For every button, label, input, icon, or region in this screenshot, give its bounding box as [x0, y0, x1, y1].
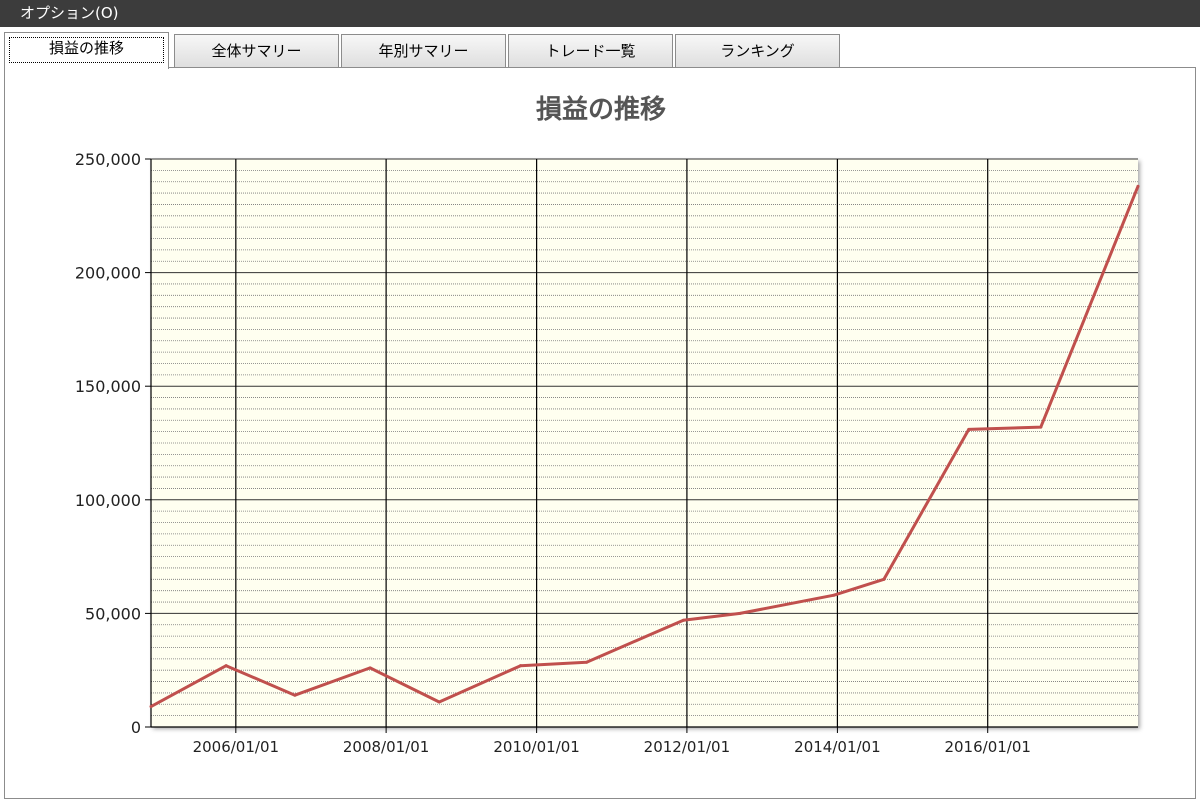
chart-title: 損益の推移	[536, 95, 666, 125]
x-tick-label: 2006/01/01	[193, 738, 279, 756]
tab-ranking[interactable]: ランキング	[675, 34, 840, 68]
data-point	[149, 705, 153, 709]
data-point	[224, 664, 228, 668]
tab-yearly-summary[interactable]: 年別サマリー	[341, 34, 506, 68]
x-tick-label: 2012/01/01	[644, 738, 730, 756]
tab-profit-trend[interactable]: 損益の推移	[4, 32, 169, 69]
tab-label: トレード一覧	[545, 42, 636, 60]
plot-area: 0 50,000 100,000 150,000 200,000 250,000 2006/…	[75, 150, 1140, 756]
tab-label: ランキング	[720, 42, 795, 60]
tab-label: 全体サマリー	[211, 42, 302, 60]
x-tick-label: 2010/01/01	[493, 738, 579, 756]
data-point	[519, 664, 523, 668]
y-tick-label: 150,000	[75, 377, 141, 396]
data-point	[832, 593, 836, 597]
data-point	[293, 693, 297, 697]
data-point	[738, 611, 742, 615]
data-point	[681, 618, 685, 622]
profit-trend-chart: 損益の推移 0 50,000 100,000 150,000 200,000 250,00…	[75, 95, 1140, 756]
data-point	[967, 427, 971, 431]
y-tick-label: 100,000	[75, 491, 141, 510]
data-point	[585, 660, 589, 664]
options-menu[interactable]: オプション(O)	[20, 4, 119, 22]
y-tick-label: 50,000	[85, 604, 141, 623]
tab-strip: 損益の推移 全体サマリー 年別サマリー トレード一覧 ランキング	[0, 32, 1200, 69]
x-tick-label: 2008/01/01	[343, 738, 429, 756]
data-point	[1039, 425, 1043, 429]
data-point	[368, 666, 372, 670]
data-point	[882, 577, 886, 581]
tab-panel: 損益の推移 0 50,000 100,000 150,000 200,000 250,00…	[4, 67, 1196, 799]
y-tick-label: 250,000	[75, 150, 141, 169]
y-tick-label: 200,000	[75, 264, 141, 283]
y-tick-label: 0	[131, 718, 141, 737]
menu-bar: オプション(O)	[0, 0, 1200, 27]
data-point	[437, 700, 441, 704]
x-tick-label: 2014/01/01	[794, 738, 880, 756]
tab-trade-list[interactable]: トレード一覧	[508, 34, 673, 68]
data-point	[1136, 184, 1140, 188]
x-tick-label: 2016/01/01	[944, 738, 1030, 756]
tab-overall-summary[interactable]: 全体サマリー	[174, 34, 339, 68]
tab-focus-rect	[9, 37, 164, 63]
tab-label: 年別サマリー	[378, 42, 469, 60]
